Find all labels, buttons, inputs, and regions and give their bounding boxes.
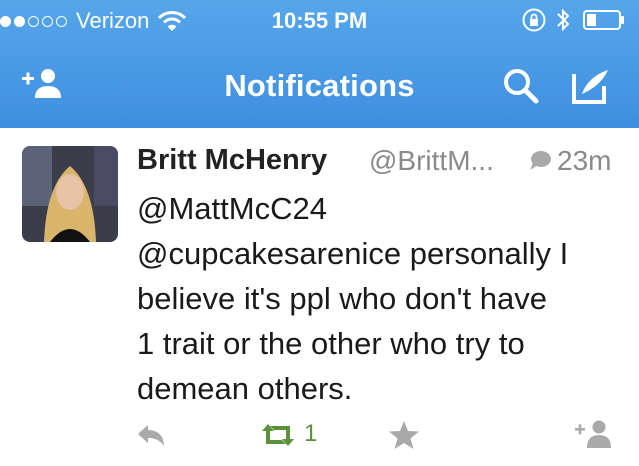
bluetooth-icon [557, 8, 570, 32]
tweet-text: @MattMcC24 @cupcakesarenice personally I… [137, 186, 627, 411]
timestamp: 23m [557, 145, 612, 176]
follow-user-icon[interactable] [574, 418, 614, 450]
user-handle[interactable]: @BrittM... [369, 145, 494, 177]
tweet-text-line: demean others. [137, 371, 353, 406]
tweet-text-line: believe it's ppl who don't have [137, 281, 547, 316]
favorite-star-icon[interactable] [388, 419, 420, 451]
tweet-text-line[interactable]: @cupcakesarenice personally I [137, 231, 627, 276]
avatar[interactable] [22, 146, 118, 242]
retweet-icon[interactable] [258, 422, 298, 448]
tweet-text-line[interactable]: @MattMcC24 [137, 186, 627, 231]
navigation-bar: Notifications [0, 48, 639, 124]
conversation-icon [530, 151, 551, 170]
user-name[interactable]: Britt McHenry [137, 144, 327, 177]
tweet-header: Britt McHenry @BrittM... 23m [137, 144, 627, 184]
status-icons [521, 7, 625, 33]
tweet-cell[interactable]: Britt McHenry @BrittM... 23m @MattMcC24 … [0, 128, 639, 466]
compose-icon[interactable] [566, 64, 614, 108]
retweet-count: 1 [304, 420, 318, 447]
top-bar: Verizon 10:55 PM Notifications [0, 0, 639, 128]
tweet-text-line: 1 trait or the other who try to [137, 326, 525, 361]
reply-icon[interactable] [134, 420, 168, 450]
rotation-lock-icon [522, 8, 546, 32]
battery-icon [583, 10, 624, 30]
status-bar: Verizon 10:55 PM [0, 0, 639, 40]
search-icon[interactable] [497, 64, 545, 108]
tweet-actions: 1 [0, 418, 639, 454]
